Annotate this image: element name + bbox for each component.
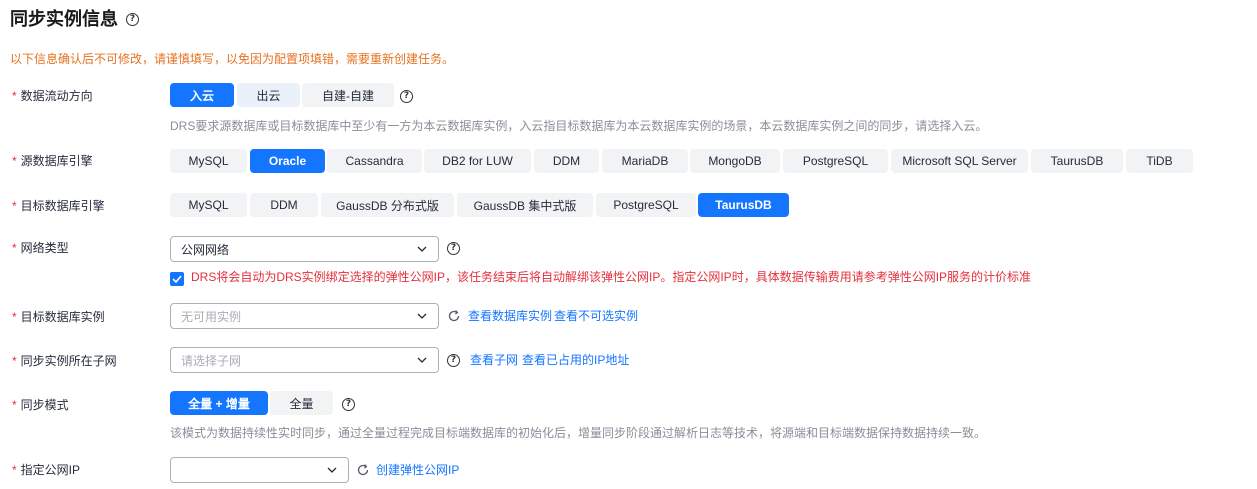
source-engine-cassandra[interactable]: Cassandra [327,149,422,173]
sync-mode-help-icon[interactable]: ? [342,398,355,411]
subnet-label: * 同步实例所在子网 [12,354,117,368]
source-engine-oracle[interactable]: Oracle [250,149,325,173]
eip-binding-text: DRS将会自动为DRS实例绑定选择的弹性公网IP，该任务结束后将自动解绑该弹性公… [191,270,1032,284]
source-engine-ddm[interactable]: DDM [534,149,599,173]
chevron-down-icon [327,467,337,473]
target-instance-select[interactable]: 无可用实例 [170,303,439,329]
source-engine-tidb[interactable]: TiDB [1126,149,1193,173]
flow-option-self-built[interactable]: 自建-自建 [302,83,394,107]
source-engine-mysql[interactable]: MySQL [170,149,247,173]
flow-option-out-cloud[interactable]: 出云 [237,83,300,107]
network-type-value: 公网网络 [181,242,230,257]
network-help-icon[interactable]: ? [447,242,460,255]
public-ip-label: * 指定公网IP [12,463,81,477]
network-type-label: * 网络类型 [12,241,69,255]
chevron-down-icon [417,313,427,319]
target-instance-placeholder: 无可用实例 [181,309,242,324]
view-db-instances-link[interactable]: 查看数据库实例 [468,309,552,323]
source-engine-mariadb[interactable]: MariaDB [602,149,688,173]
source-engine-mongodb[interactable]: MongoDB [690,149,780,173]
source-engine-taurusdb[interactable]: TaurusDB [1031,149,1123,173]
flow-hint: DRS要求源数据库或目标数据库中至少有一方为本云数据库实例，入云指目标数据库为本… [170,119,988,133]
subnet-placeholder: 请选择子网 [181,353,242,368]
target-instance-label: * 目标数据库实例 [12,310,105,324]
source-engine-label: * 源数据库引擎 [12,154,93,168]
target-engine-ddm[interactable]: DDM [250,193,318,217]
check-icon [172,275,182,283]
create-eip-link[interactable]: 创建弹性公网IP [376,463,459,477]
network-type-select[interactable]: 公网网络 [170,236,439,262]
refresh-icon[interactable] [356,463,370,477]
source-engine-sqlserver[interactable]: Microsoft SQL Server [891,149,1028,173]
target-engine-mysql[interactable]: MySQL [170,193,247,217]
page-title: 同步实例信息 [10,9,118,29]
help-icon[interactable]: ? [126,13,139,26]
source-engine-postgresql[interactable]: PostgreSQL [783,149,888,173]
flow-option-in-cloud[interactable]: 入云 [170,83,234,107]
target-engine-gaussdb-centralized[interactable]: GaussDB 集中式版 [457,193,593,217]
target-engine-label: * 目标数据库引擎 [12,199,105,213]
warning-notice: 以下信息确认后不可修改，请谨慎填写，以免因为配置项填错，需要重新创建任务。 [10,52,455,66]
public-ip-select[interactable] [170,457,349,483]
chevron-down-icon [417,357,427,363]
flow-direction-label: * 数据流动方向 [12,89,93,103]
target-engine-gaussdb-distributed[interactable]: GaussDB 分布式版 [321,193,454,217]
target-engine-postgresql[interactable]: PostgreSQL [596,193,696,217]
sync-mode-label: * 同步模式 [12,398,69,412]
target-engine-taurusdb[interactable]: TaurusDB [698,193,789,217]
subnet-select[interactable]: 请选择子网 [170,347,439,373]
sync-mode-hint: 该模式为数据持续性实时同步，通过全量过程完成目标端数据库的初始化后，增量同步阶段… [170,426,987,440]
refresh-icon[interactable] [447,309,461,323]
view-subnet-link[interactable]: 查看子网 [470,353,518,367]
view-used-ip-link[interactable]: 查看已占用的IP地址 [522,353,629,367]
source-engine-db2[interactable]: DB2 for LUW [424,149,531,173]
chevron-down-icon [417,246,427,252]
sync-mode-full[interactable]: 全量 [270,391,333,415]
sync-mode-full-incremental[interactable]: 全量 + 增量 [170,391,268,415]
flow-help-icon[interactable]: ? [400,90,413,103]
eip-binding-checkbox[interactable] [170,272,184,286]
subnet-help-icon[interactable]: ? [447,354,460,367]
view-unavailable-instances-link[interactable]: 查看不可选实例 [554,309,638,323]
